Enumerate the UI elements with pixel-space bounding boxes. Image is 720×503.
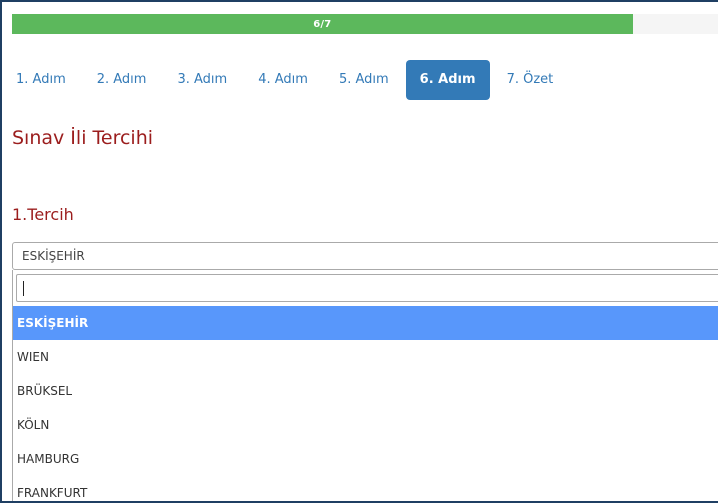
step-tab-3[interactable]: 3. Adım <box>163 60 241 100</box>
step-tabs: 1. Adım 2. Adım 3. Adım 4. Adım 5. Adım … <box>16 60 570 100</box>
city-select-value: ESKİŞEHİR <box>22 249 85 263</box>
step-tab-5[interactable]: 5. Adım <box>325 60 403 100</box>
text-caret <box>23 281 24 296</box>
step-tab-2[interactable]: 2. Adım <box>83 60 161 100</box>
step-tab-6[interactable]: 6. Adım <box>405 60 490 100</box>
city-option[interactable]: BRÜKSEL <box>13 374 718 408</box>
page-title: Sınav İli Tercihi <box>12 127 154 149</box>
city-option[interactable]: WIEN <box>13 340 718 374</box>
preference-heading: 1.Tercih <box>12 205 74 224</box>
city-dropdown: ESKİŞEHİR WIEN BRÜKSEL KÖLN HAMBURG FRAN… <box>12 270 718 501</box>
step-tab-summary[interactable]: 7. Özet <box>493 60 568 100</box>
city-search-input[interactable] <box>16 274 718 302</box>
city-select[interactable]: ESKİŞEHİR <box>12 242 718 270</box>
city-option[interactable]: HAMBURG <box>13 442 718 476</box>
progress-fill: 6/7 <box>12 14 633 34</box>
step-tab-4[interactable]: 4. Adım <box>244 60 322 100</box>
page-frame: 6/7 1. Adım 2. Adım 3. Adım 4. Adım 5. A… <box>0 0 718 503</box>
dropdown-search-wrap <box>13 270 718 306</box>
city-option[interactable]: KÖLN <box>13 408 718 442</box>
progress-bar: 6/7 <box>12 14 718 34</box>
city-option[interactable]: FRANKFURT <box>13 476 718 501</box>
progress-text: 6/7 <box>313 18 332 30</box>
city-option[interactable]: ESKİŞEHİR <box>13 306 718 340</box>
city-options-list: ESKİŞEHİR WIEN BRÜKSEL KÖLN HAMBURG FRAN… <box>13 306 718 501</box>
step-tab-1[interactable]: 1. Adım <box>16 60 80 100</box>
